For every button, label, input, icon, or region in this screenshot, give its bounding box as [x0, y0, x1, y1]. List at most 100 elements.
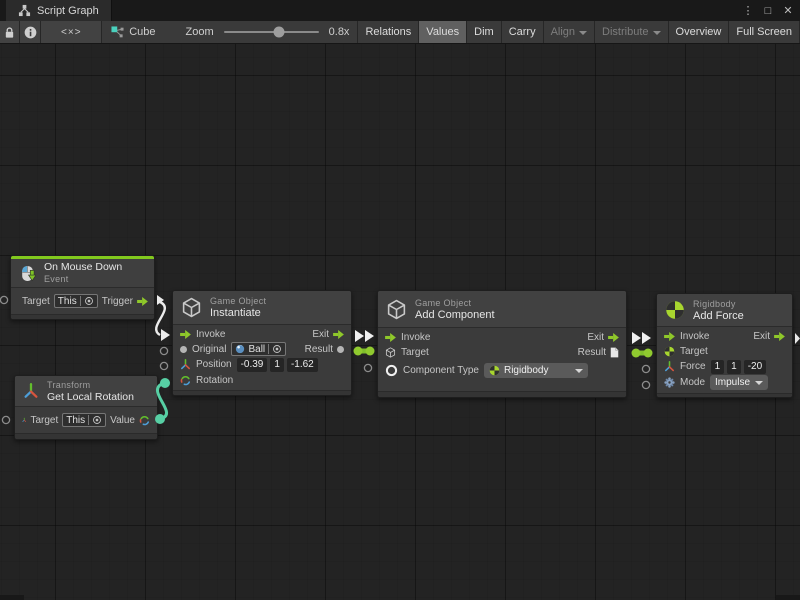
object-picker-icon[interactable]: [92, 415, 102, 425]
original-input-port-icon[interactable]: [180, 346, 187, 353]
fullscreen-button[interactable]: Full Screen: [728, 21, 800, 43]
tab-bar: Script Graph ⋮ □ ✕: [0, 0, 800, 21]
component-type-port-icon[interactable]: [385, 364, 398, 377]
unconnected-port[interactable]: [0, 296, 7, 303]
wire-endpoint: [632, 349, 641, 358]
align-button[interactable]: Align: [543, 21, 594, 43]
node-add-component[interactable]: Game Object Add Component Invoke Exit Ta…: [377, 290, 627, 398]
trigger-port-label: Trigger: [102, 296, 133, 307]
object-picker-icon[interactable]: [272, 344, 282, 354]
node-on-mouse-down[interactable]: On Mouse Down Event Target This Trigger: [10, 255, 155, 320]
info-icon: [24, 26, 37, 39]
exit-output-port-icon[interactable]: [608, 333, 619, 342]
wire-arrowhead: [157, 295, 164, 305]
unconnected-port[interactable]: [160, 362, 167, 369]
wire-endpoint: [644, 349, 653, 358]
unconnected-port[interactable]: [160, 347, 167, 354]
distribute-button[interactable]: Distribute: [594, 21, 667, 43]
position-port-icon[interactable]: [180, 359, 191, 370]
rotation-port-icon[interactable]: [180, 375, 191, 386]
target-value-chip[interactable]: This: [62, 413, 106, 427]
component-type-dropdown[interactable]: Rigidbody: [484, 363, 588, 378]
mode-port-label: Mode: [680, 377, 705, 388]
mode-dropdown[interactable]: Impulse: [710, 375, 768, 390]
values-button[interactable]: Values: [418, 21, 466, 43]
control-connector[interactable]: [355, 330, 364, 342]
info-button[interactable]: [20, 21, 41, 43]
chevron-down-icon: [755, 381, 763, 385]
target-value-chip[interactable]: This: [54, 294, 98, 308]
original-port-label: Original: [192, 344, 226, 355]
tab-title: Script Graph: [37, 5, 99, 17]
dim-button[interactable]: Dim: [466, 21, 501, 43]
force-mode-icon[interactable]: [664, 377, 675, 388]
canvas-corner-left: [0, 595, 24, 600]
position-z-field[interactable]: -1.62: [287, 358, 318, 372]
carry-button[interactable]: Carry: [501, 21, 543, 43]
zoom-control: Zoom 0.8x: [186, 21, 350, 43]
close-icon[interactable]: ✕: [780, 3, 796, 19]
code-preview-button[interactable]: <×>: [41, 21, 102, 43]
lock-icon: [4, 26, 15, 39]
target-value: This: [66, 415, 85, 426]
tab-script-graph[interactable]: Script Graph: [6, 0, 112, 21]
transform-icon: [22, 415, 26, 425]
overview-button[interactable]: Overview: [668, 21, 729, 43]
graph-breadcrumb[interactable]: Cube: [111, 21, 155, 43]
force-x-field[interactable]: 1: [711, 360, 725, 374]
position-x-field[interactable]: -0.39: [237, 358, 268, 372]
script-graph-window: Script Graph ⋮ □ ✕ <×> Cube Zoom 0.8x Re: [0, 0, 800, 600]
trigger-output-port-icon[interactable]: [137, 297, 148, 306]
maximize-icon[interactable]: □: [760, 3, 776, 19]
mouse-icon: [19, 265, 36, 282]
unconnected-port[interactable]: [642, 365, 649, 372]
lock-button[interactable]: [0, 21, 20, 43]
invoke-input-port-icon[interactable]: [385, 333, 396, 342]
force-port-icon[interactable]: [664, 361, 675, 372]
target-port-icon[interactable]: [385, 347, 396, 358]
force-z-field[interactable]: -20: [744, 360, 766, 374]
node-title: On Mouse Down: [44, 261, 122, 273]
unconnected-port[interactable]: [2, 416, 9, 423]
graph-name: Cube: [129, 26, 155, 38]
result-output-port-icon[interactable]: [337, 346, 344, 353]
canvas-corner-right: [776, 595, 800, 600]
component-type-value: Rigidbody: [504, 365, 548, 376]
control-connector[interactable]: [632, 332, 641, 344]
window-controls: ⋮ □ ✕: [740, 0, 800, 21]
relations-button[interactable]: Relations: [357, 21, 418, 43]
control-wire-onmousedown-instantiate[interactable]: [156, 302, 165, 335]
graph-canvas[interactable]: On Mouse Down Event Target This Trigger: [0, 44, 800, 600]
node-get-local-rotation[interactable]: Transform Get Local Rotation Target This…: [14, 375, 158, 440]
rotation-output-port-icon[interactable]: [139, 415, 150, 426]
node-add-force[interactable]: Rigidbody Add Force Invoke Exit Target: [656, 293, 793, 398]
control-connector[interactable]: [365, 330, 374, 342]
target-port-label: Target: [401, 347, 429, 358]
invoke-input-port-icon[interactable]: [180, 330, 191, 339]
window-menu-icon[interactable]: ⋮: [740, 3, 756, 19]
graph-icon: [111, 26, 124, 39]
ball-icon: [235, 344, 245, 354]
value-wire-rotation[interactable]: [157, 383, 166, 419]
object-picker-icon[interactable]: [84, 296, 94, 306]
exit-output-port-icon[interactable]: [774, 332, 785, 341]
component-result-icon[interactable]: [610, 347, 619, 358]
zoom-slider-handle[interactable]: [273, 27, 284, 38]
rigidbody-target-port-icon[interactable]: [664, 346, 675, 357]
unconnected-port[interactable]: [364, 364, 371, 371]
control-connector[interactable]: [642, 332, 651, 344]
result-port-label: Result: [305, 344, 333, 355]
node-title: Instantiate: [210, 307, 266, 319]
unconnected-port[interactable]: [642, 381, 649, 388]
original-value-chip[interactable]: Ball: [231, 342, 286, 356]
node-instantiate[interactable]: Game Object Instantiate Invoke Exit Orig…: [172, 290, 352, 396]
wire-arrowhead: [161, 329, 170, 341]
force-y-field[interactable]: 1: [727, 360, 741, 374]
exit-output-port-icon[interactable]: [333, 330, 344, 339]
invoke-input-port-icon[interactable]: [664, 332, 675, 341]
graph-toolbar: <×> Cube Zoom 0.8x Relations Values Dim …: [0, 21, 800, 44]
zoom-slider[interactable]: [224, 31, 319, 33]
position-y-field[interactable]: 1: [270, 358, 284, 372]
game-object-icon: [386, 299, 407, 320]
mode-value: Impulse: [715, 377, 750, 388]
